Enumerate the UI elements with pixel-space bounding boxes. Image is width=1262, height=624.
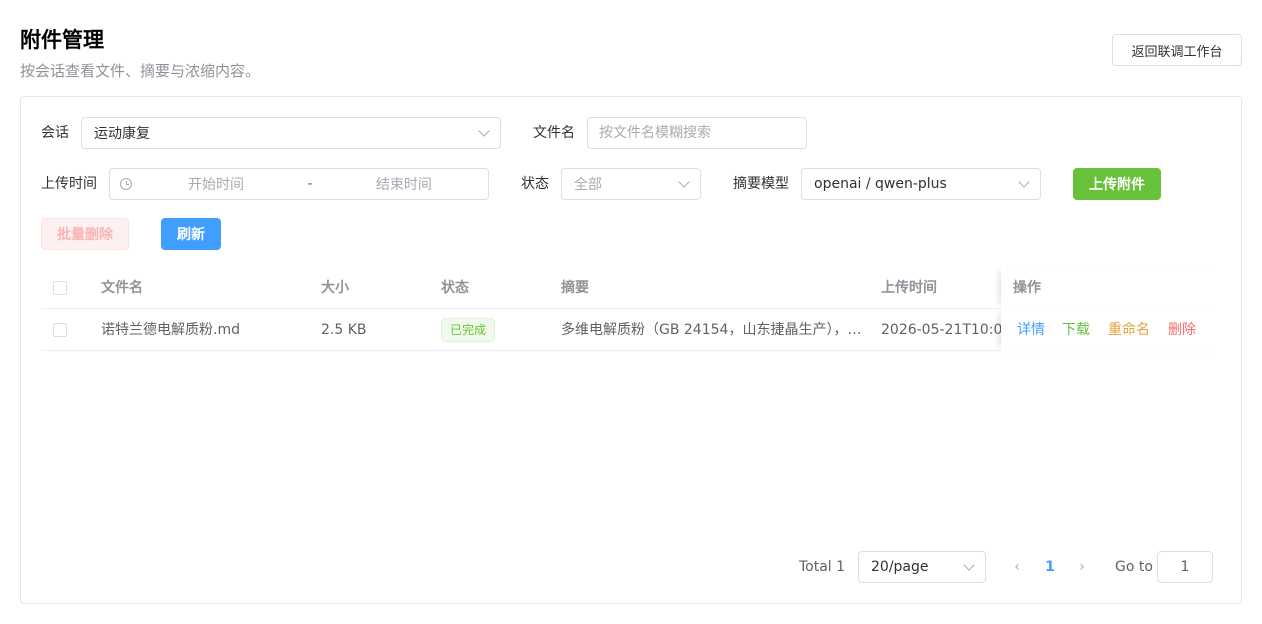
clock-icon [120, 178, 132, 190]
upload-time-label: 上传时间 [41, 176, 97, 192]
summary-model-label: 摘要模型 [733, 176, 789, 192]
delete-link[interactable]: 删除 [1168, 309, 1196, 351]
return-workbench-button[interactable]: 返回联调工作台 [1112, 34, 1242, 66]
row-upload-time: 2026-05-21T10:09: [881, 322, 1001, 338]
range-separator: - [307, 176, 313, 192]
refresh-button[interactable]: 刷新 [161, 218, 221, 250]
goto-label: Go to [1115, 559, 1153, 575]
row-status-cell: 已完成 [441, 309, 496, 351]
rename-link[interactable]: 重命名 [1108, 309, 1150, 351]
row-size: 2.5 KB [321, 322, 367, 338]
prev-page-icon[interactable]: ‹ [1007, 551, 1027, 583]
table-row: 诺特兰德电解质粉.md 2.5 KB 已完成 多维电解质粉（GB 24154，山… [41, 309, 1221, 351]
row-filename: 诺特兰德电解质粉.md [101, 322, 240, 338]
row-actions: 详情 下载 重命名 删除 [1001, 309, 1221, 351]
chevron-down-icon [678, 176, 690, 188]
column-header-size: 大小 [321, 280, 349, 296]
summary-model-value: openai / qwen-plus [814, 176, 947, 192]
column-header-status: 状态 [441, 280, 469, 296]
goto-page-input[interactable] [1157, 551, 1213, 583]
session-select-value: 运动康复 [94, 126, 150, 142]
detail-link[interactable]: 详情 [1017, 309, 1045, 351]
pagination-total: Total 1 [799, 559, 846, 575]
attachments-table: 文件名 大小 状态 摘要 上传时间 操作 诺特兰德电解质粉.md 2.5 KB … [41, 267, 1221, 351]
status-select[interactable]: 全部 [561, 168, 701, 200]
actions-column-header: 操作 [1001, 267, 1221, 309]
row-checkbox[interactable] [53, 323, 67, 337]
chevron-down-icon [478, 125, 490, 137]
page-title: 附件管理 [20, 28, 104, 52]
session-label: 会话 [41, 125, 69, 141]
upload-attachment-button[interactable]: 上传附件 [1073, 168, 1161, 200]
upload-time-range-picker[interactable]: 开始时间 - 结束时间 [109, 168, 489, 200]
page-subtitle: 按会话查看文件、摘要与浓缩内容。 [20, 62, 261, 80]
select-all-checkbox[interactable] [53, 281, 67, 295]
table-header-row: 文件名 大小 状态 摘要 上传时间 操作 [41, 267, 1221, 309]
row-summary: 多维电解质粉（GB 24154，山东捷晶生产），… [561, 322, 861, 338]
chevron-down-icon [963, 559, 975, 571]
batch-delete-button[interactable]: 批量删除 [41, 218, 129, 250]
session-select[interactable]: 运动康复 [81, 117, 501, 149]
attachments-panel: 会话 运动康复 文件名 上传时间 开始时间 - 结束时间 状态 全部 摘要模型 … [20, 96, 1242, 604]
summary-model-select[interactable]: openai / qwen-plus [801, 168, 1041, 200]
column-header-summary: 摘要 [561, 280, 589, 296]
filename-label: 文件名 [533, 125, 575, 141]
page-number-current[interactable]: 1 [1040, 551, 1060, 583]
page-size-select[interactable]: 20/page [858, 551, 986, 583]
start-time-input[interactable]: 开始时间 [132, 174, 300, 194]
column-header-actions: 操作 [1013, 280, 1041, 296]
filename-search-input[interactable] [587, 117, 807, 149]
end-time-input[interactable]: 结束时间 [320, 174, 488, 194]
column-header-filename: 文件名 [101, 280, 143, 296]
column-header-upload-time: 上传时间 [881, 280, 937, 296]
download-link[interactable]: 下载 [1062, 309, 1090, 351]
status-badge: 已完成 [441, 318, 496, 342]
next-page-icon[interactable]: › [1072, 551, 1092, 583]
status-select-value: 全部 [574, 177, 602, 193]
page-size-value: 20/page [871, 559, 929, 575]
status-label: 状态 [521, 176, 549, 192]
chevron-down-icon [1018, 176, 1030, 188]
